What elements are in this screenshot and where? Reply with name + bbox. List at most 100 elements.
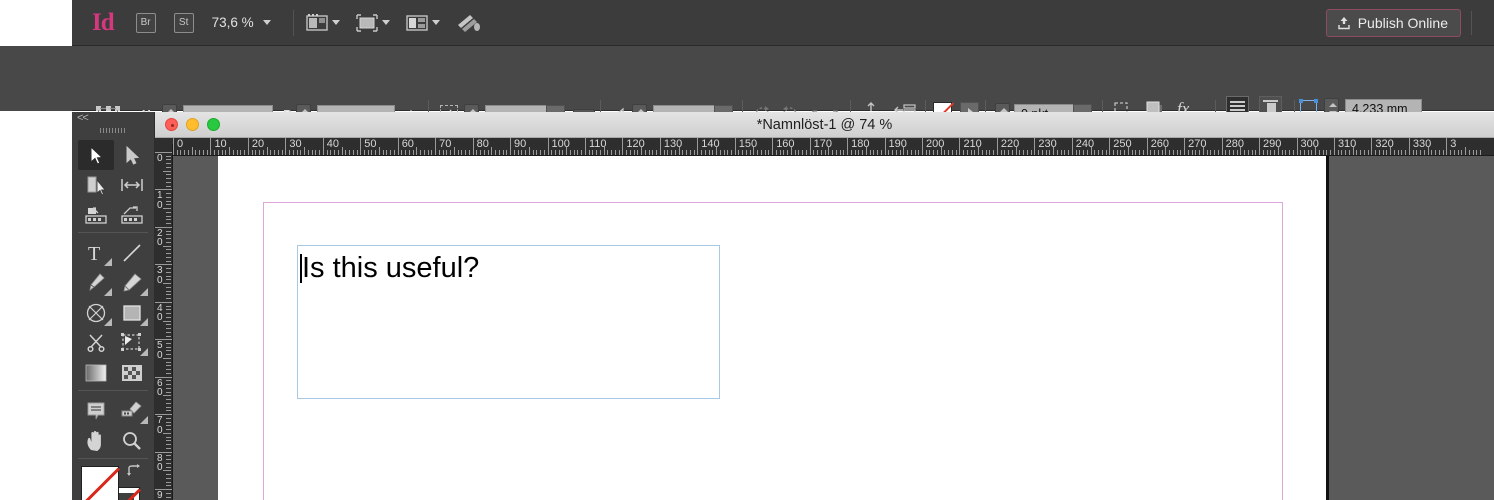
hand-tool[interactable] [78, 426, 114, 456]
ruler-minor-tick [1337, 150, 1339, 155]
note-tool[interactable] [78, 396, 114, 426]
flyout-triangle-icon [104, 258, 112, 266]
swap-fill-stroke-icon[interactable] [126, 464, 142, 481]
gradient-feather-tool[interactable] [114, 358, 150, 388]
ruler-minor-tick [745, 150, 747, 155]
ruler-minor-tick [757, 150, 759, 155]
ruler-minor-tick [166, 178, 171, 180]
ruler-minor-tick [1274, 150, 1276, 155]
ruler-minor-tick [187, 150, 189, 155]
free-transform-tool[interactable] [114, 328, 150, 358]
ruler-minor-tick [607, 150, 609, 155]
vertical-ruler[interactable]: 0102030405060708090 [155, 144, 173, 500]
bridge-button[interactable]: Br [135, 12, 156, 33]
document-window: *Namnlöst-1 @ 74 % 0 10 20 30 40 50 60 70 80 90 10… [155, 112, 1494, 500]
view-options-icon[interactable] [355, 13, 390, 32]
ruler-minor-tick [1266, 150, 1268, 155]
pen-tool[interactable] [78, 268, 114, 298]
document-canvas[interactable]: Is this useful? [173, 156, 1494, 500]
ruler-minor-tick [532, 150, 534, 155]
ruler-minor-tick [487, 150, 489, 155]
ruler-minor-tick [648, 150, 650, 155]
ruler-minor-tick [944, 150, 946, 155]
ruler-minor-tick [1292, 150, 1294, 155]
line-tool[interactable] [114, 238, 150, 268]
scissors-tool[interactable] [78, 328, 114, 358]
ruler-minor-tick [166, 174, 171, 176]
ruler-minor-tick [166, 249, 171, 251]
eyedropper-tool[interactable] [114, 396, 150, 426]
ruler-minor-tick [596, 150, 598, 155]
ruler-minor-tick [166, 185, 171, 187]
gradient-swatch-tool[interactable] [78, 358, 114, 388]
ruler-minor-tick [1330, 150, 1332, 155]
ruler-minor-tick [1442, 150, 1444, 155]
ruler-minor-tick [1060, 150, 1062, 155]
gap-tool[interactable] [114, 170, 150, 200]
ruler-minor-tick [1127, 147, 1129, 155]
ruler-minor-tick [163, 245, 171, 247]
text-frame[interactable]: Is this useful? [297, 245, 720, 399]
ruler-minor-tick [166, 391, 171, 393]
text-frame-content[interactable]: Is this useful? [302, 251, 479, 285]
ruler-minor-tick [629, 150, 631, 155]
publish-online-button[interactable]: Publish Online [1325, 9, 1461, 37]
flyout-triangle-icon [104, 318, 112, 326]
ruler-minor-tick [166, 492, 171, 494]
ruler-minor-tick [1187, 150, 1189, 155]
ruler-minor-tick [1045, 150, 1047, 155]
ruler-minor-tick [1390, 147, 1392, 155]
ruler-minor-tick [163, 170, 171, 172]
tools-panel-header[interactable]: << [72, 112, 155, 126]
document-page[interactable]: Is this useful? [218, 156, 1329, 500]
ruler-major-tick [1109, 138, 1111, 155]
ruler-minor-tick [166, 253, 171, 255]
ruler-minor-tick [431, 150, 433, 155]
zoom-level-dropdown[interactable]: 73,6 % [212, 15, 271, 30]
rectangle-tool[interactable] [114, 298, 150, 328]
horizontal-ruler[interactable]: 0 10 20 30 40 50 60 70 80 90 100 110 120 130 140 150 160… [165, 138, 1494, 156]
ruler-minor-tick [1375, 150, 1377, 155]
ruler-minor-tick [166, 331, 171, 333]
ruler-minor-tick [166, 466, 171, 468]
ruler-minor-tick [566, 147, 568, 155]
ruler-minor-tick [1172, 150, 1174, 155]
arrange-documents-icon[interactable] [405, 14, 440, 32]
ruler-minor-tick [880, 150, 882, 155]
ruler-minor-tick [506, 150, 508, 155]
ruler-major-tick [847, 138, 849, 155]
collapse-panel-icon[interactable]: << [77, 112, 89, 124]
ruler-minor-tick [1023, 150, 1025, 155]
document-titlebar[interactable]: *Namnlöst-1 @ 74 % [155, 112, 1494, 138]
page-tool[interactable] [78, 170, 114, 200]
ruler-minor-tick [289, 150, 291, 155]
ruler-minor-tick [307, 150, 309, 155]
ruler-minor-tick [166, 241, 171, 243]
ruler-minor-tick [1386, 150, 1388, 155]
fill-swatch-none[interactable] [81, 466, 119, 500]
ruler-minor-tick [166, 372, 171, 374]
selection-tool[interactable] [78, 140, 114, 170]
screen-mode-icon[interactable] [305, 13, 340, 32]
ruler-minor-tick [281, 150, 283, 155]
content-collector-tool[interactable] [78, 200, 114, 230]
ruler-minor-tick [633, 150, 635, 155]
ruler-minor-tick [753, 147, 755, 155]
pencil-tool[interactable] [114, 268, 150, 298]
workspace-switcher-icon[interactable] [456, 13, 482, 33]
direct-selection-tool[interactable] [114, 140, 150, 170]
tools-drag-handle[interactable] [100, 128, 126, 133]
ruler-major-tick [1333, 138, 1335, 155]
ruler-minor-tick [166, 324, 171, 326]
type-tool[interactable]: T [78, 238, 114, 268]
zoom-tool[interactable] [114, 426, 150, 456]
content-placer-tool[interactable] [114, 200, 150, 230]
publish-upload-icon [1338, 17, 1350, 30]
ellipse-frame-tool[interactable] [78, 298, 114, 328]
ruler-minor-tick [345, 150, 347, 155]
ruler-minor-tick [1079, 150, 1081, 155]
stock-button[interactable]: St [173, 12, 194, 33]
ruler-minor-tick [974, 150, 976, 155]
ruler-minor-tick [166, 268, 171, 270]
ruler-minor-tick [166, 256, 171, 258]
